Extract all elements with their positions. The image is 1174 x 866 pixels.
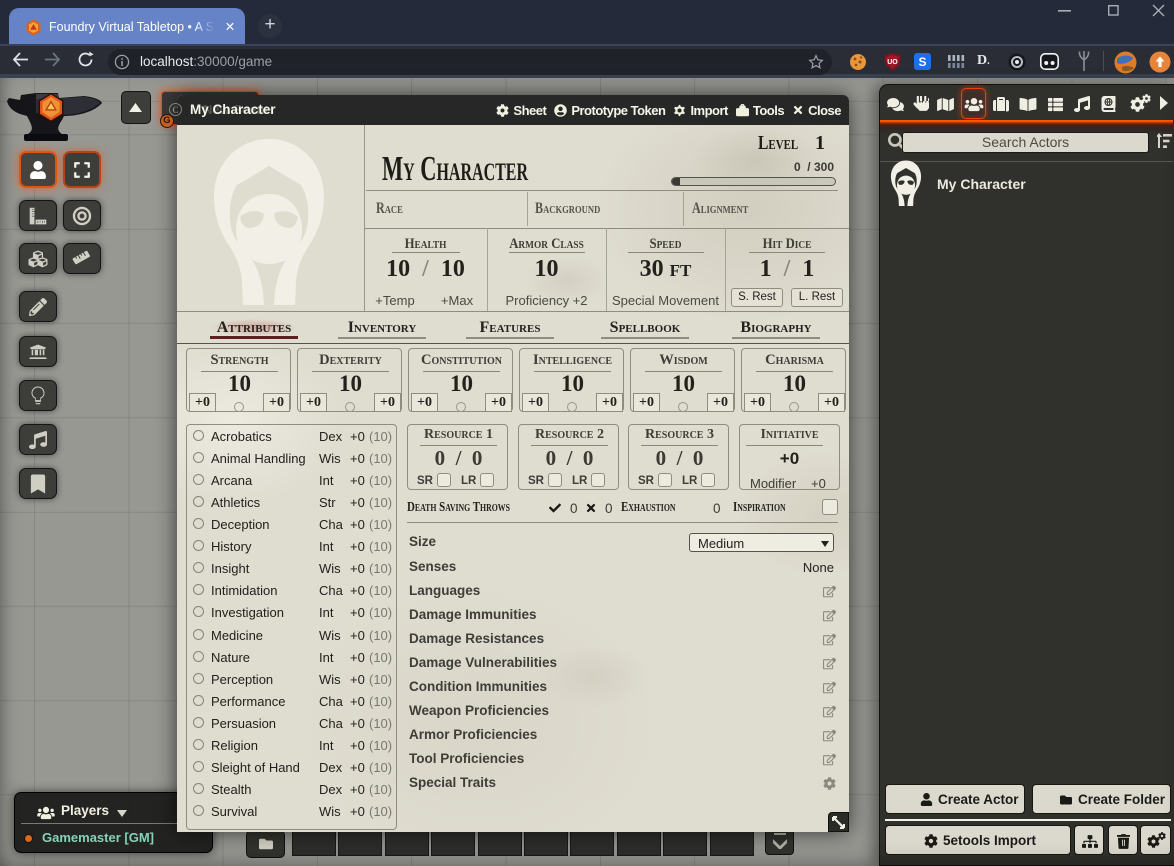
svg-text:UO: UO xyxy=(887,59,898,66)
svg-text:S: S xyxy=(918,55,926,69)
